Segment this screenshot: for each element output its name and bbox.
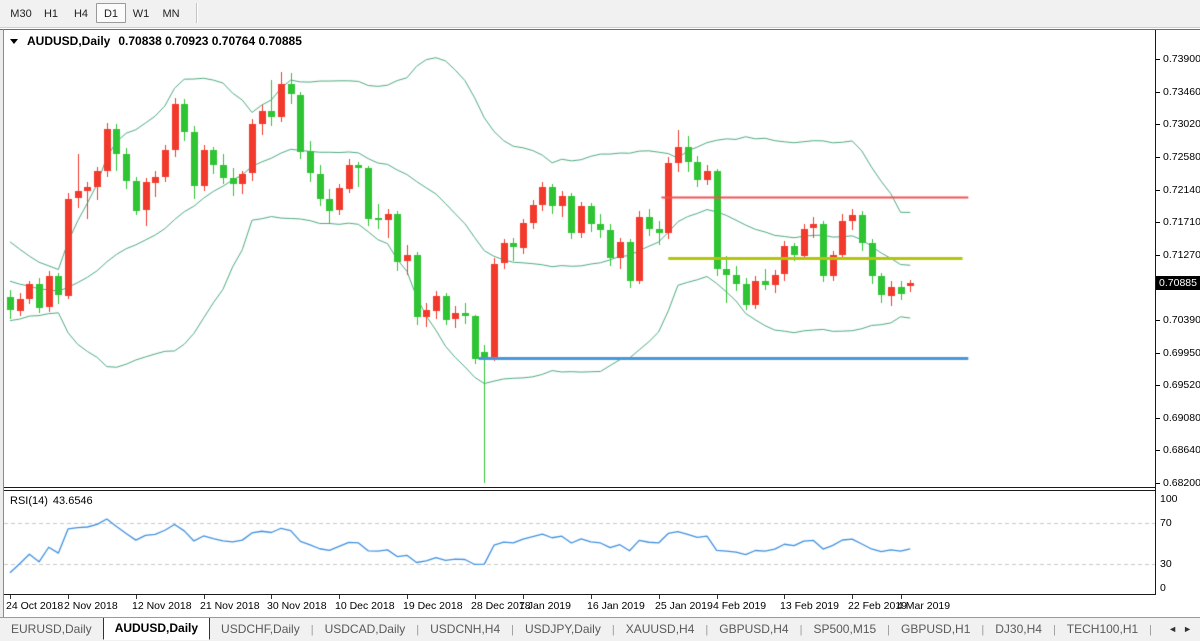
date-axis-label: 30 Nov 2018 bbox=[267, 600, 327, 612]
price-axis-border bbox=[1155, 30, 1156, 594]
date-axis-tick bbox=[475, 595, 476, 599]
date-axis-label: 16 Jan 2019 bbox=[587, 600, 645, 612]
date-axis-tick bbox=[339, 595, 340, 599]
price-axis-label: 0.71270 bbox=[1163, 249, 1200, 261]
price-axis-label: 0.73900 bbox=[1163, 53, 1200, 65]
chart-title-symbol: AUDUSD,Daily bbox=[27, 34, 110, 48]
price-axis-tick bbox=[1156, 450, 1160, 451]
date-axis-label: 10 Dec 2018 bbox=[335, 600, 395, 612]
rsi-pane-bottom-border bbox=[4, 594, 1156, 595]
tab-scroll-right-icon[interactable]: ► bbox=[1183, 618, 1192, 641]
price-axis-tick bbox=[1156, 418, 1160, 419]
toolbar-separator bbox=[196, 3, 198, 23]
chart-dropdown-caret-icon[interactable] bbox=[10, 39, 18, 44]
date-axis-label: 12 Nov 2018 bbox=[132, 600, 192, 612]
price-axis-label: 0.71710 bbox=[1163, 216, 1200, 228]
tab-usdjpy-daily[interactable]: USDJPY,Daily bbox=[514, 618, 612, 640]
tab-usdchf-daily[interactable]: USDCHF,Daily bbox=[210, 618, 311, 640]
rsi-axis-label: 0 bbox=[1160, 582, 1166, 594]
tab-tech100-h1[interactable]: TECH100,H1 bbox=[1056, 618, 1149, 640]
date-axis-label: 25 Jan 2019 bbox=[655, 600, 713, 612]
tab-sp500-m15[interactable]: SP500,M15 bbox=[802, 618, 887, 640]
rsi-name: RSI(14) bbox=[10, 495, 48, 507]
tab-scroll-controls: ◄► bbox=[1160, 618, 1200, 641]
rsi-pane-top-border[interactable] bbox=[4, 490, 1156, 491]
price-pane-bottom-border[interactable] bbox=[4, 487, 1156, 488]
price-axis-label: 0.70390 bbox=[1163, 314, 1200, 326]
tab-usdcad-daily[interactable]: USDCAD,Daily bbox=[314, 618, 417, 640]
price-axis-tick bbox=[1156, 222, 1160, 223]
price-axis-tick bbox=[1156, 385, 1160, 386]
price-axis-label: 0.73020 bbox=[1163, 118, 1200, 130]
rsi-indicator-label: RSI(14) 43.6546 bbox=[10, 495, 98, 507]
price-axis-label: 0.68200 bbox=[1163, 477, 1200, 489]
date-axis-tick bbox=[901, 595, 902, 599]
price-axis-tick bbox=[1156, 255, 1160, 256]
price-axis-label: 0.69520 bbox=[1163, 379, 1200, 391]
date-axis-tick bbox=[523, 595, 524, 599]
price-axis-label: 0.72140 bbox=[1163, 184, 1200, 196]
date-axis-tick bbox=[591, 595, 592, 599]
price-axis-tick bbox=[1156, 59, 1160, 60]
date-axis-tick bbox=[204, 595, 205, 599]
price-axis-tick bbox=[1156, 483, 1160, 484]
trading-terminal-window: M30H1H4D1W1MN AUDUSD,Daily 0.70838 0.7092… bbox=[0, 0, 1200, 641]
date-axis-tick bbox=[271, 595, 272, 599]
date-axis-tick bbox=[407, 595, 408, 599]
date-axis-label: 4 Feb 2019 bbox=[713, 600, 766, 612]
price-axis-tick bbox=[1156, 157, 1160, 158]
tab-scroll-left-icon[interactable]: ◄ bbox=[1168, 618, 1177, 641]
rsi-axis-label: 70 bbox=[1160, 517, 1172, 529]
price-axis-tick bbox=[1156, 124, 1160, 125]
tab-dj30-h4[interactable]: DJ30,H4 bbox=[984, 618, 1053, 640]
timeframe-button-w1[interactable]: W1 bbox=[126, 4, 156, 24]
price-axis-label: 0.69950 bbox=[1163, 347, 1200, 359]
price-pane-canvas[interactable] bbox=[4, 31, 1155, 487]
tab-gbpusd-h4[interactable]: GBPUSD,H4 bbox=[708, 618, 799, 640]
timeframe-button-d1[interactable]: D1 bbox=[96, 3, 126, 23]
symbol-tab-bar: EURUSD,DailyAUDUSD,DailyUSDCHF,Daily|USD… bbox=[0, 617, 1200, 641]
price-axis-tick bbox=[1156, 320, 1160, 321]
chart-window-top-border bbox=[0, 29, 1200, 30]
timeframe-toolbar: M30H1H4D1W1MN bbox=[0, 0, 1200, 28]
rsi-pane-canvas[interactable] bbox=[4, 491, 1155, 594]
timeframe-button-mn[interactable]: MN bbox=[156, 4, 186, 24]
rsi-axis-label: 30 bbox=[1160, 558, 1172, 570]
price-axis-tick bbox=[1156, 353, 1160, 354]
price-axis-tick bbox=[1156, 92, 1160, 93]
date-axis-tick bbox=[852, 595, 853, 599]
timeframe-button-h4[interactable]: H4 bbox=[66, 4, 96, 24]
rsi-value: 43.6546 bbox=[53, 495, 93, 507]
price-axis-tick bbox=[1156, 190, 1160, 191]
date-axis-tick bbox=[659, 595, 660, 599]
price-axis-label: 0.72580 bbox=[1163, 151, 1200, 163]
tab-xauusd-h4[interactable]: XAUUSD,H4 bbox=[615, 618, 706, 640]
tab-gbpusd-h1[interactable]: GBPUSD,H1 bbox=[890, 618, 981, 640]
price-axis-label: 0.68640 bbox=[1163, 444, 1200, 456]
chart-title: AUDUSD,Daily 0.70838 0.70923 0.70764 0.70… bbox=[10, 34, 302, 48]
date-axis-tick bbox=[717, 595, 718, 599]
chart-title-ohlc: 0.70838 0.70923 0.70764 0.70885 bbox=[118, 34, 302, 48]
price-axis-label: 0.73460 bbox=[1163, 86, 1200, 98]
date-axis-label: 19 Dec 2018 bbox=[403, 600, 463, 612]
current-price-badge: 0.70885 bbox=[1156, 276, 1200, 290]
tab-audusd-daily[interactable]: AUDUSD,Daily bbox=[103, 617, 210, 640]
date-axis-tick bbox=[784, 595, 785, 599]
date-axis-label: 21 Nov 2018 bbox=[200, 600, 260, 612]
date-axis-tick bbox=[10, 595, 11, 599]
date-axis-tick bbox=[68, 595, 69, 599]
date-axis-label: 7 Jan 2019 bbox=[519, 600, 571, 612]
tab-eurusd-daily[interactable]: EURUSD,Daily bbox=[0, 618, 103, 640]
price-axis-label: 0.69080 bbox=[1163, 412, 1200, 424]
rsi-axis-label: 100 bbox=[1160, 493, 1178, 505]
timeframe-button-m30[interactable]: M30 bbox=[6, 4, 36, 24]
date-axis-label: 4 Mar 2019 bbox=[897, 600, 950, 612]
date-axis-label: 24 Oct 2018 bbox=[6, 600, 63, 612]
timeframe-button-h1[interactable]: H1 bbox=[36, 4, 66, 24]
date-axis-tick bbox=[136, 595, 137, 599]
tab-usdcnh-h4[interactable]: USDCNH,H4 bbox=[419, 618, 511, 640]
date-axis-label: 2 Nov 2018 bbox=[64, 600, 118, 612]
date-axis-label: 13 Feb 2019 bbox=[780, 600, 839, 612]
